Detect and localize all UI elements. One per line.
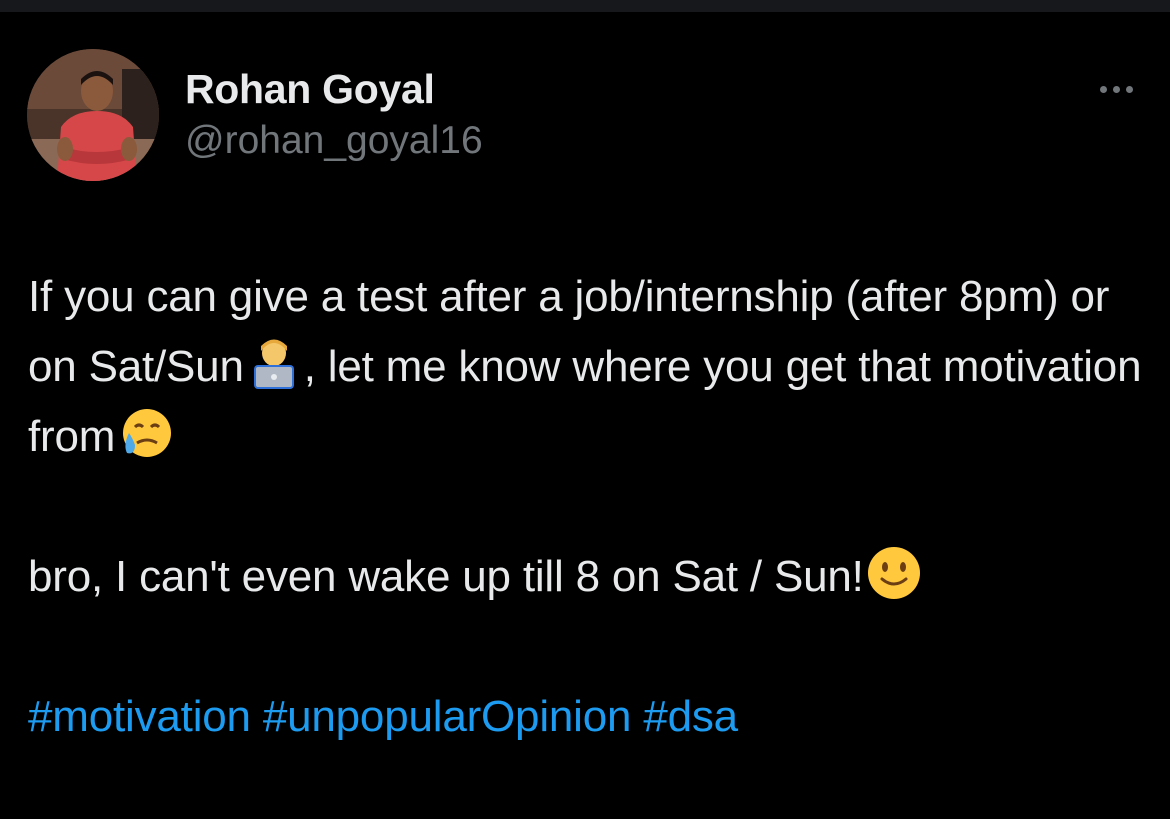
tweet-card: Rohan Goyal @rohan_goyal16 If you can gi… — [0, 12, 1170, 819]
ellipsis-icon — [1112, 85, 1120, 93]
hashtag-link[interactable]: #motivation — [28, 692, 251, 741]
hashtag-link[interactable]: #unpopularOpinion — [263, 692, 632, 741]
face-holding-back-tears-icon — [123, 409, 172, 457]
slightly-smiling-face-icon — [867, 547, 920, 599]
user-handle[interactable]: @rohan_goyal16 — [185, 119, 483, 163]
profile-photo-icon — [27, 49, 159, 181]
user-display-name[interactable]: Rohan Goyal — [185, 66, 435, 113]
avatar[interactable] — [27, 49, 159, 181]
hashtag-list: #motivation #unpopularOpinion #dsa — [28, 682, 1153, 752]
tweet-paragraph: bro, I can't even wake up till 8 on Sat … — [28, 542, 1153, 612]
tweet-text: bro, I can't even wake up till 8 on Sat … — [28, 552, 864, 601]
top-bar — [0, 0, 1170, 12]
more-options-button[interactable] — [1085, 74, 1147, 104]
technologist-icon — [253, 339, 294, 389]
ellipsis-icon — [1125, 85, 1133, 93]
hashtag-link[interactable]: #dsa — [643, 692, 738, 741]
tweet-body: If you can give a test after a job/inter… — [28, 262, 1153, 752]
tweet-paragraph: If you can give a test after a job/inter… — [28, 262, 1153, 472]
ellipsis-icon — [1099, 85, 1107, 93]
